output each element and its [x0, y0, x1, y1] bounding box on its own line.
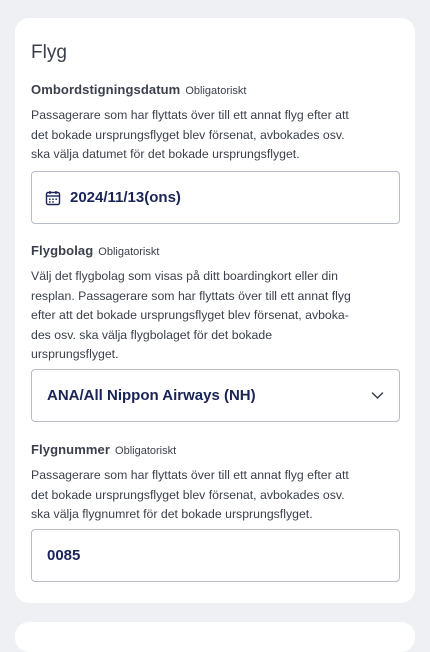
flight-number-value: 0085 [47, 547, 81, 564]
flight-number-label: Flygnummer [31, 442, 111, 457]
calendar-icon [45, 190, 61, 206]
airline-help: Välj det flygbolag som visas på ditt boa… [31, 269, 351, 362]
chevron-down-icon [371, 389, 384, 402]
boarding-date-required: Obligatoriskt [185, 85, 247, 97]
flight-number-required: Obligatoriskt [115, 445, 177, 457]
boarding-date-help: Passagerare som har flyttats över till e… [31, 108, 349, 162]
airline-section: Flygbolag Obligatoriskt Välj det flygbol… [31, 243, 400, 365]
boarding-date-field[interactable]: 2024/11/13(ons) [31, 171, 400, 224]
airline-selected-value: ANA/All Nippon Airways (NH) [47, 387, 256, 404]
flight-number-input[interactable]: 0085 [31, 529, 400, 582]
boarding-date-label: Ombordstigningsdatum [31, 82, 181, 97]
boarding-date-value: 2024/11/13(ons) [70, 189, 181, 206]
section-title: Flyg [31, 42, 67, 63]
airline-select[interactable]: ANA/All Nippon Airways (NH) [31, 369, 400, 422]
flight-number-help: Passagerare som har flyttats över till e… [31, 468, 349, 522]
flight-number-section: Flygnummer Obligatoriskt Passagerare som… [31, 442, 400, 525]
flight-card: Flyg Ombordstigningsdatum Obligatoriskt … [15, 18, 415, 603]
airline-label: Flygbolag [31, 243, 94, 258]
airline-required: Obligatoriskt [98, 246, 160, 258]
boarding-date-section: Ombordstigningsdatum Obligatoriskt Passa… [31, 82, 400, 165]
